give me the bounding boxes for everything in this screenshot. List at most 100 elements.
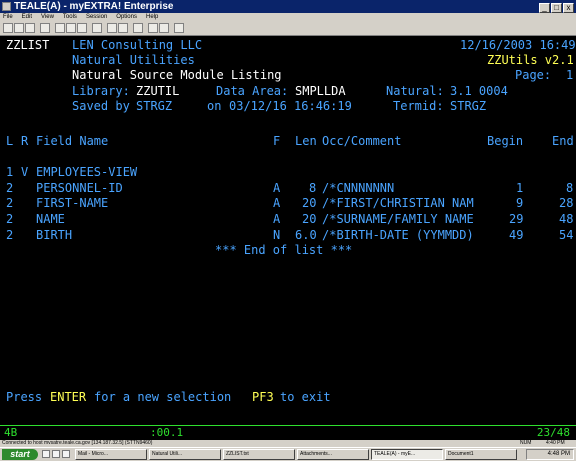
menu-edit[interactable]: Edit (22, 13, 32, 21)
row-comment: /*BIRTH-DATE (YYMMDD) (322, 228, 474, 242)
task-button[interactable]: Mail - Micro... (75, 449, 147, 460)
row-level: 2 (6, 228, 14, 242)
save-icon[interactable] (25, 23, 35, 33)
terminal-status-line: 4B :00.1 23/48 (0, 425, 576, 440)
toolbar (0, 21, 576, 36)
window-titlebar: TEALE(A) - myEXTRA! Enterprise _ □ x (0, 0, 576, 13)
taskbar: start Mail - Micro... Natural Utili... Z… (0, 447, 576, 461)
page-number: 1 (566, 68, 574, 82)
col-occ-comment: Occ/Comment (322, 134, 402, 148)
find-icon[interactable] (92, 23, 102, 33)
close-button[interactable]: x (563, 3, 574, 13)
quicklaunch-ie-icon[interactable] (42, 450, 50, 458)
system-tray-clock[interactable]: 4:48 PM (526, 449, 574, 460)
row-end: 48 (559, 212, 574, 226)
quicklaunch-outlook-icon[interactable] (62, 450, 70, 458)
row-field-name: EMPLOYEES-VIEW (36, 165, 138, 179)
task-button[interactable]: Attachments... (297, 449, 369, 460)
font-icon[interactable] (107, 23, 117, 33)
end-of-list: *** End of list *** (215, 243, 353, 257)
app-icon[interactable] (2, 2, 11, 11)
copy-icon[interactable] (66, 23, 76, 33)
open-icon[interactable] (14, 23, 24, 33)
row-begin: 49 (509, 228, 524, 242)
library-label: Library: (72, 84, 130, 98)
row-length: 6.0 (295, 228, 317, 242)
start-button[interactable]: start (2, 449, 38, 460)
color-icon[interactable] (118, 23, 128, 33)
row-begin: 9 (516, 196, 524, 210)
page-label: Page: (515, 68, 552, 82)
cursor-position: 23/48 (536, 426, 570, 439)
saved-by: STRGZ (136, 99, 173, 113)
footer-new-selection: for a new selection (94, 390, 232, 404)
disconnect-icon[interactable] (159, 23, 169, 33)
version: ZZUtils v2.1 (487, 53, 574, 67)
row-format: A (273, 181, 281, 195)
row-field-name: FIRST-NAME (36, 196, 109, 210)
row-end: 8 (566, 181, 574, 195)
col-end: End (552, 134, 574, 148)
menu-session[interactable]: Session (86, 13, 107, 21)
task-button[interactable]: ZZLIST.txt (223, 449, 295, 460)
menu-view[interactable]: View (41, 13, 54, 21)
row-level: 2 (6, 196, 14, 210)
num-lock-indicator: NUM (520, 440, 532, 446)
saved-label: Saved by (72, 99, 130, 113)
maximize-button[interactable]: □ (551, 3, 562, 13)
data-area-value: SMPLLDA (295, 84, 346, 98)
row-field-name: NAME (36, 212, 65, 226)
row-length: 20 (302, 212, 317, 226)
menu-bar: File Edit View Tools Session Options Help (0, 13, 576, 21)
status-time: 4:40 PM (546, 440, 565, 446)
row-comment: /*SURNAME/FAMILY NAME (322, 212, 474, 226)
row-begin: 29 (509, 212, 524, 226)
saved-on: 03/12/16 16:46:19 (229, 99, 352, 113)
row-comment: /*CNNNNNNN (322, 181, 395, 195)
menu-file[interactable]: File (3, 13, 13, 21)
cut-icon[interactable] (55, 23, 65, 33)
on-label: on (207, 99, 222, 113)
new-icon[interactable] (3, 23, 13, 33)
menu-options[interactable]: Options (116, 13, 137, 21)
row-level: 2 (6, 212, 14, 226)
row-end: 54 (559, 228, 574, 242)
task-button[interactable]: Document1 (445, 449, 517, 460)
paste-icon[interactable] (77, 23, 87, 33)
termid-label: Termid: (393, 99, 444, 113)
row-length: 20 (302, 196, 317, 210)
col-len: Len (295, 134, 317, 148)
col-field-name: Field Name (36, 134, 109, 148)
task-button[interactable]: Natural Utili... (149, 449, 221, 460)
quicklaunch-desktop-icon[interactable] (52, 450, 60, 458)
connect-icon[interactable] (148, 23, 158, 33)
program-name: ZZLIST (6, 38, 50, 52)
termid-value: STRGZ (450, 99, 487, 113)
row-comment: /*FIRST/CHRISTIAN NAM (322, 196, 474, 210)
row-level: 1 (6, 165, 14, 179)
natural-label: Natural: (386, 84, 444, 98)
print-icon[interactable] (40, 23, 50, 33)
row-format: A (273, 196, 281, 210)
col-l: L (6, 134, 14, 148)
minimize-button[interactable]: _ (539, 3, 550, 13)
terminal-screen[interactable]: ZZLIST LEN Consulting LLC 12/16/2003 16:… (0, 36, 576, 425)
window-title: TEALE(A) - myEXTRA! Enterprise (14, 1, 174, 12)
row-format: A (273, 212, 281, 226)
footer-enter-key[interactable]: ENTER (50, 390, 86, 404)
task-button-active[interactable]: TEALE(A) - myE... (371, 449, 443, 460)
company-name: LEN Consulting LLC (72, 38, 203, 52)
macro-icon[interactable] (133, 23, 143, 33)
connection-status-bar: Connected to host mvsatre.teale.ca.gov [… (0, 440, 576, 447)
natural-version: 3.1 0004 (450, 84, 508, 98)
app-name: Natural Utilities (72, 53, 195, 67)
footer-pf3-key[interactable]: PF3 (252, 390, 274, 404)
col-f: F (273, 134, 281, 148)
menu-tools[interactable]: Tools (63, 13, 77, 21)
row-end: 28 (559, 196, 574, 210)
help-icon[interactable] (174, 23, 184, 33)
data-area-label: Data Area: (216, 84, 289, 98)
menu-help[interactable]: Help (146, 13, 158, 21)
oia-indicator: 4B (4, 426, 18, 439)
footer-press: Press (6, 390, 43, 404)
